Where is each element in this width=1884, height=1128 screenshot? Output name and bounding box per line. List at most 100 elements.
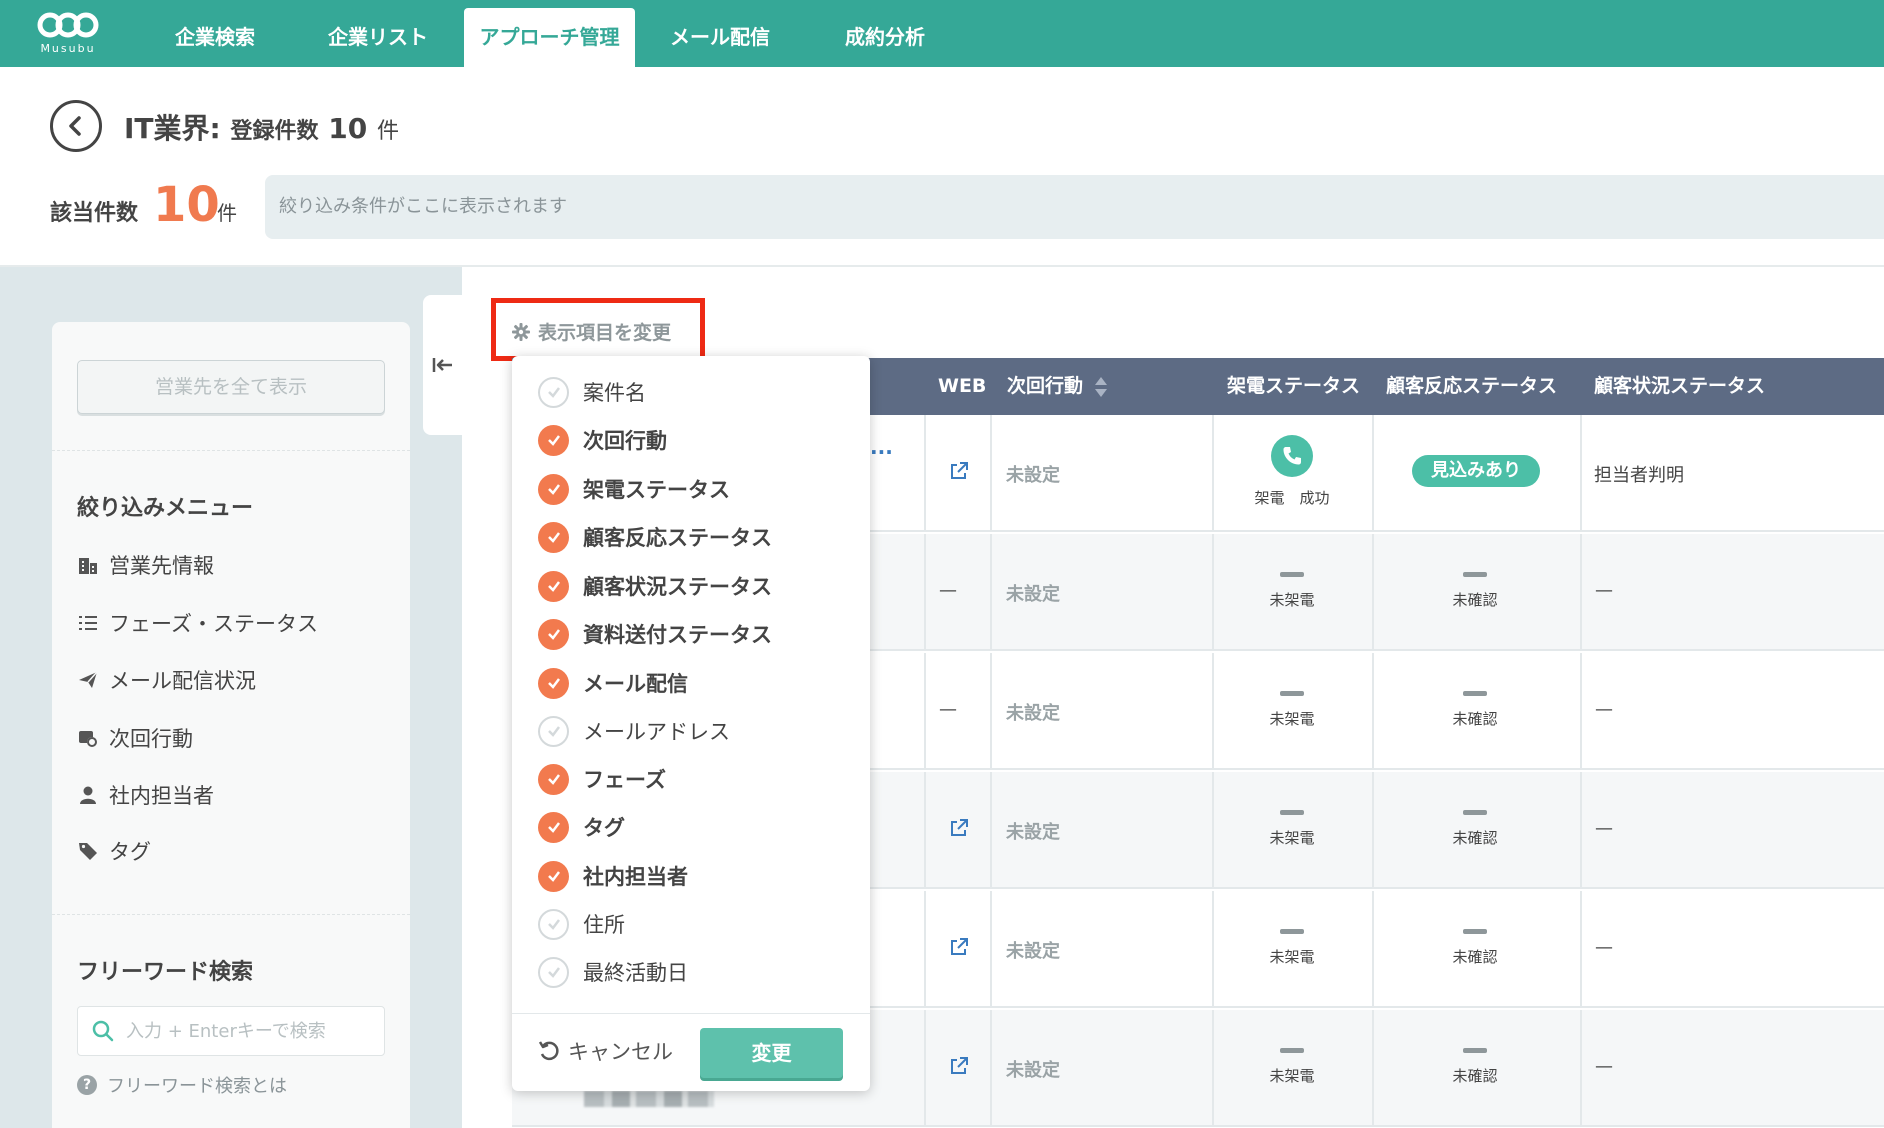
freeword-search-input[interactable]	[126, 1020, 366, 1042]
checkmark-icon	[538, 860, 569, 892]
checkmark-icon	[538, 424, 569, 456]
nav-tab-mail-delivery[interactable]: メール配信	[660, 8, 780, 67]
reaction-status-value: 未確認	[1452, 710, 1498, 728]
external-link-icon[interactable]	[949, 1056, 969, 1081]
column-divider	[990, 534, 992, 651]
question-circle-icon: ?	[77, 1075, 97, 1095]
user-icon	[77, 784, 99, 806]
nav-tab-approach-management[interactable]: アプローチ管理	[464, 8, 635, 67]
situation-status-value: —	[1595, 580, 1613, 601]
nav-tab-company-search[interactable]: 企業検索	[160, 8, 270, 67]
column-header-web[interactable]: WEB	[938, 358, 986, 415]
column-divider	[1580, 891, 1582, 1008]
situation-status-value: —	[1595, 1056, 1613, 1077]
sidebar-divider	[52, 914, 410, 915]
sidebar-item-label: 次回行動	[109, 727, 193, 751]
sidebar-item-mail-status[interactable]: メール配信状況	[77, 665, 256, 695]
search-icon	[92, 1020, 114, 1042]
column-option-label: 架電ステータス	[583, 478, 730, 502]
column-header-situation-status[interactable]: 顧客状況ステータス	[1594, 358, 1765, 415]
back-button[interactable]	[50, 100, 102, 152]
cancel-button[interactable]: キャンセル	[538, 1036, 673, 1066]
column-divider	[1212, 891, 1214, 1008]
active-filters-display: 絞り込み条件がここに表示されます	[265, 175, 1884, 239]
column-divider	[1212, 653, 1214, 770]
situation-status-value: 担当者判明	[1594, 465, 1684, 486]
matched-count-unit: 件	[217, 201, 237, 225]
column-divider	[1212, 415, 1214, 532]
dropdown-divider	[512, 1013, 870, 1014]
nav-tab-company-list[interactable]: 企業リスト	[318, 8, 438, 67]
nav-tab-deal-analysis[interactable]: 成約分析	[825, 8, 945, 67]
web-value: —	[939, 580, 957, 601]
sidebar-item-next-action[interactable]: 次回行動	[77, 723, 193, 753]
column-option-label: メール配信	[583, 672, 688, 696]
collapse-sidebar-button[interactable]	[423, 295, 463, 435]
brand-logo[interactable]: Musubu	[36, 10, 100, 58]
column-option-project-name[interactable]: 案件名	[538, 376, 646, 408]
sidebar-item-internal-owner[interactable]: 社内担当者	[77, 780, 214, 810]
column-option-situation-status[interactable]: 顧客状況ステータス	[538, 570, 772, 602]
reaction-status-badge: 見込みあり	[1412, 455, 1540, 487]
column-divider	[924, 891, 926, 1008]
situation-status-value: —	[1595, 699, 1613, 720]
checkmark-icon	[538, 956, 569, 988]
truncated-project-name: ...	[870, 435, 893, 459]
sidebar-item-label: 社内担当者	[109, 784, 214, 808]
chevron-left-icon	[69, 116, 81, 136]
column-option-tag[interactable]: タグ	[538, 811, 625, 843]
redacted-project-name	[584, 1091, 714, 1107]
empty-status-icon	[1280, 1048, 1304, 1053]
external-link-icon[interactable]	[949, 818, 969, 843]
column-divider	[1372, 1010, 1374, 1127]
registered-label: 登録件数	[230, 119, 319, 144]
reaction-status-value: 未確認	[1452, 829, 1498, 847]
external-link-icon[interactable]	[949, 461, 969, 486]
show-all-prospects-button[interactable]: 営業先を全て表示	[77, 360, 385, 414]
paper-plane-icon	[77, 669, 99, 691]
column-option-label: 社内担当者	[583, 865, 688, 889]
column-divider	[1212, 772, 1214, 889]
sidebar-item-prospect-info[interactable]: 営業先情報	[77, 550, 214, 580]
next-action-value: 未設定	[1006, 465, 1060, 486]
external-link-icon[interactable]	[949, 937, 969, 962]
column-option-next-action[interactable]: 次回行動	[538, 424, 667, 456]
sidebar-item-phase-status[interactable]: フェーズ・ステータス	[77, 608, 318, 638]
sidebar-item-tag[interactable]: タグ	[77, 836, 151, 866]
column-option-mail-delivery[interactable]: メール配信	[538, 667, 688, 699]
sidebar-item-label: 営業先情報	[109, 554, 214, 578]
column-header-label: 次回行動	[1007, 375, 1084, 397]
checkmark-icon	[538, 811, 569, 843]
checkmark-icon	[538, 473, 569, 505]
column-option-label: 住所	[583, 913, 625, 937]
column-divider	[1372, 415, 1374, 532]
column-divider	[1372, 772, 1374, 889]
apply-change-button[interactable]: 変更	[700, 1028, 843, 1078]
column-header-next-action[interactable]: 次回行動	[1007, 358, 1109, 415]
top-nav: Musubu 企業検索 企業リスト アプローチ管理 メール配信 成約分析	[0, 0, 1884, 67]
column-divider	[990, 891, 992, 1008]
list-icon	[77, 612, 99, 634]
empty-status-icon	[1280, 691, 1304, 696]
sidebar-item-label: タグ	[109, 840, 151, 864]
column-divider	[990, 653, 992, 770]
freeword-help-link[interactable]: ? フリーワード検索とは	[77, 1072, 287, 1098]
column-option-address[interactable]: 住所	[538, 908, 625, 940]
column-header-reaction-status[interactable]: 顧客反応ステータス	[1386, 358, 1557, 415]
next-action-value: 未設定	[1006, 1060, 1060, 1081]
column-header-call-status[interactable]: 架電ステータス	[1227, 358, 1360, 415]
column-option-label: 次回行動	[583, 429, 667, 453]
column-option-document-status[interactable]: 資料送付ステータス	[538, 618, 772, 650]
call-status-value: 未架電	[1269, 710, 1315, 728]
column-divider	[1372, 534, 1374, 651]
column-option-call-status[interactable]: 架電ステータス	[538, 473, 730, 505]
column-divider	[924, 772, 926, 889]
column-option-internal-owner[interactable]: 社内担当者	[538, 860, 688, 892]
reaction-status-value: 未確認	[1452, 1067, 1498, 1085]
column-option-email-address[interactable]: メールアドレス	[538, 715, 730, 747]
column-option-reaction-status[interactable]: 顧客反応ステータス	[538, 521, 772, 553]
column-option-last-activity-date[interactable]: 最終活動日	[538, 956, 688, 988]
column-option-label: フェーズ	[583, 768, 666, 792]
column-option-phase[interactable]: フェーズ	[538, 763, 666, 795]
column-divider	[990, 415, 992, 532]
